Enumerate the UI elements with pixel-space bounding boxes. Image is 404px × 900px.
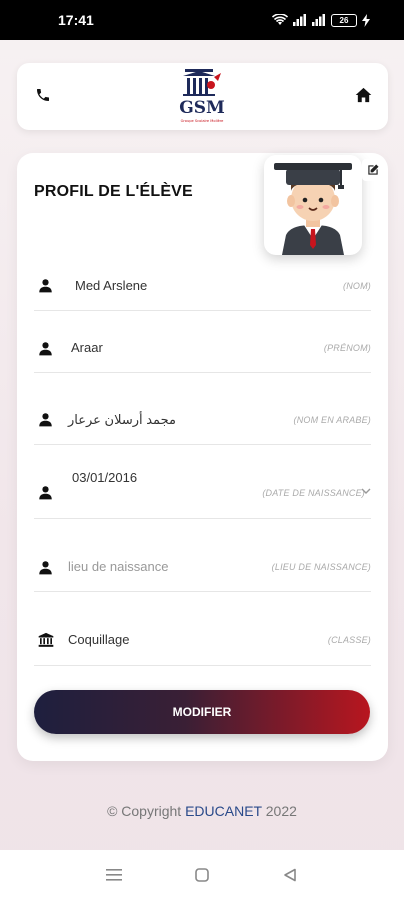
lieu-naissance-field[interactable]: lieu de naissance (LIEU DE NAISSANCE): [34, 519, 371, 592]
copyright: © Copyright EDUCANET 2022: [0, 803, 404, 819]
lieu-naissance-label: (LIEU DE NAISSANCE): [271, 562, 371, 572]
status-icons: 26: [272, 13, 370, 27]
lieu-naissance-placeholder: lieu de naissance: [68, 559, 169, 574]
classe-field[interactable]: Coquillage (CLASSE): [34, 592, 371, 666]
avatar[interactable]: [264, 155, 362, 255]
nom-value: Med Arslene: [75, 278, 148, 293]
back-triangle-icon: [284, 868, 296, 882]
logo-subtext: Groupe Scolaire Molière: [181, 119, 225, 123]
home-icon[interactable]: [355, 87, 372, 103]
classe-label: (CLASSE): [327, 635, 371, 645]
signal-icon: [293, 14, 306, 26]
recents-button[interactable]: [99, 860, 129, 890]
battery-icon: 26: [331, 13, 357, 27]
user-icon: [39, 561, 52, 575]
student-avatar-icon: [274, 163, 352, 255]
nom-label: (NOM): [343, 281, 371, 291]
wifi-icon: [272, 14, 288, 25]
home-nav-button[interactable]: [187, 860, 217, 890]
date-naissance-label: (DATE DE NAISSANCE): [262, 488, 365, 498]
nom-arabe-field[interactable]: مجمد أرسلان عرعار (NOM EN ARABE): [34, 375, 371, 445]
date-naissance-value: 03/01/2016: [72, 470, 138, 485]
institution-icon: [38, 632, 54, 647]
prenom-value: Araar: [71, 340, 103, 355]
nom-arabe-value: مجمد أرسلان عرعار: [68, 412, 176, 427]
phone-icon[interactable]: [35, 87, 51, 103]
gsm-logo: GSM Groupe Scolaire Molière: [179, 69, 225, 123]
back-nav-button[interactable]: [275, 860, 305, 890]
chevron-down-icon[interactable]: [361, 487, 371, 495]
charging-icon: [362, 13, 370, 27]
date-naissance-field[interactable]: 03/01/2016 (DATE DE NAISSANCE): [34, 445, 371, 519]
prenom-label: (PRÉNOM): [323, 343, 371, 353]
status-bar: 17:41 26: [0, 0, 404, 40]
header-card: GSM Groupe Scolaire Molière: [17, 63, 388, 130]
edit-avatar-icon[interactable]: [362, 159, 384, 181]
copyright-brand-link[interactable]: EDUCANET: [185, 803, 262, 819]
modify-button[interactable]: MODIFIER: [34, 690, 370, 734]
classe-value: Coquillage: [68, 632, 130, 647]
page-title: PROFIL DE L'ÉLÈVE: [34, 183, 193, 200]
menu-icon: [106, 869, 122, 881]
logo-text: GSM: [179, 98, 225, 118]
system-nav-bar: [0, 850, 404, 900]
copyright-prefix: © Copyright: [107, 803, 186, 819]
user-icon: [39, 279, 52, 293]
status-time: 17:41: [58, 12, 94, 28]
square-icon: [195, 868, 209, 882]
user-icon: [39, 342, 52, 356]
nom-field[interactable]: Med Arslene (NOM): [34, 251, 371, 311]
user-icon: [39, 486, 52, 500]
user-icon: [39, 413, 52, 427]
nom-arabe-label: (NOM EN ARABE): [293, 415, 371, 425]
prenom-field[interactable]: Araar (PRÉNOM): [34, 313, 371, 373]
profile-card: PROFIL DE L'ÉLÈVE Med Arslene (NOM) Araa…: [17, 153, 388, 761]
copyright-year: 2022: [261, 803, 297, 819]
signal-icon-2: [312, 14, 325, 26]
